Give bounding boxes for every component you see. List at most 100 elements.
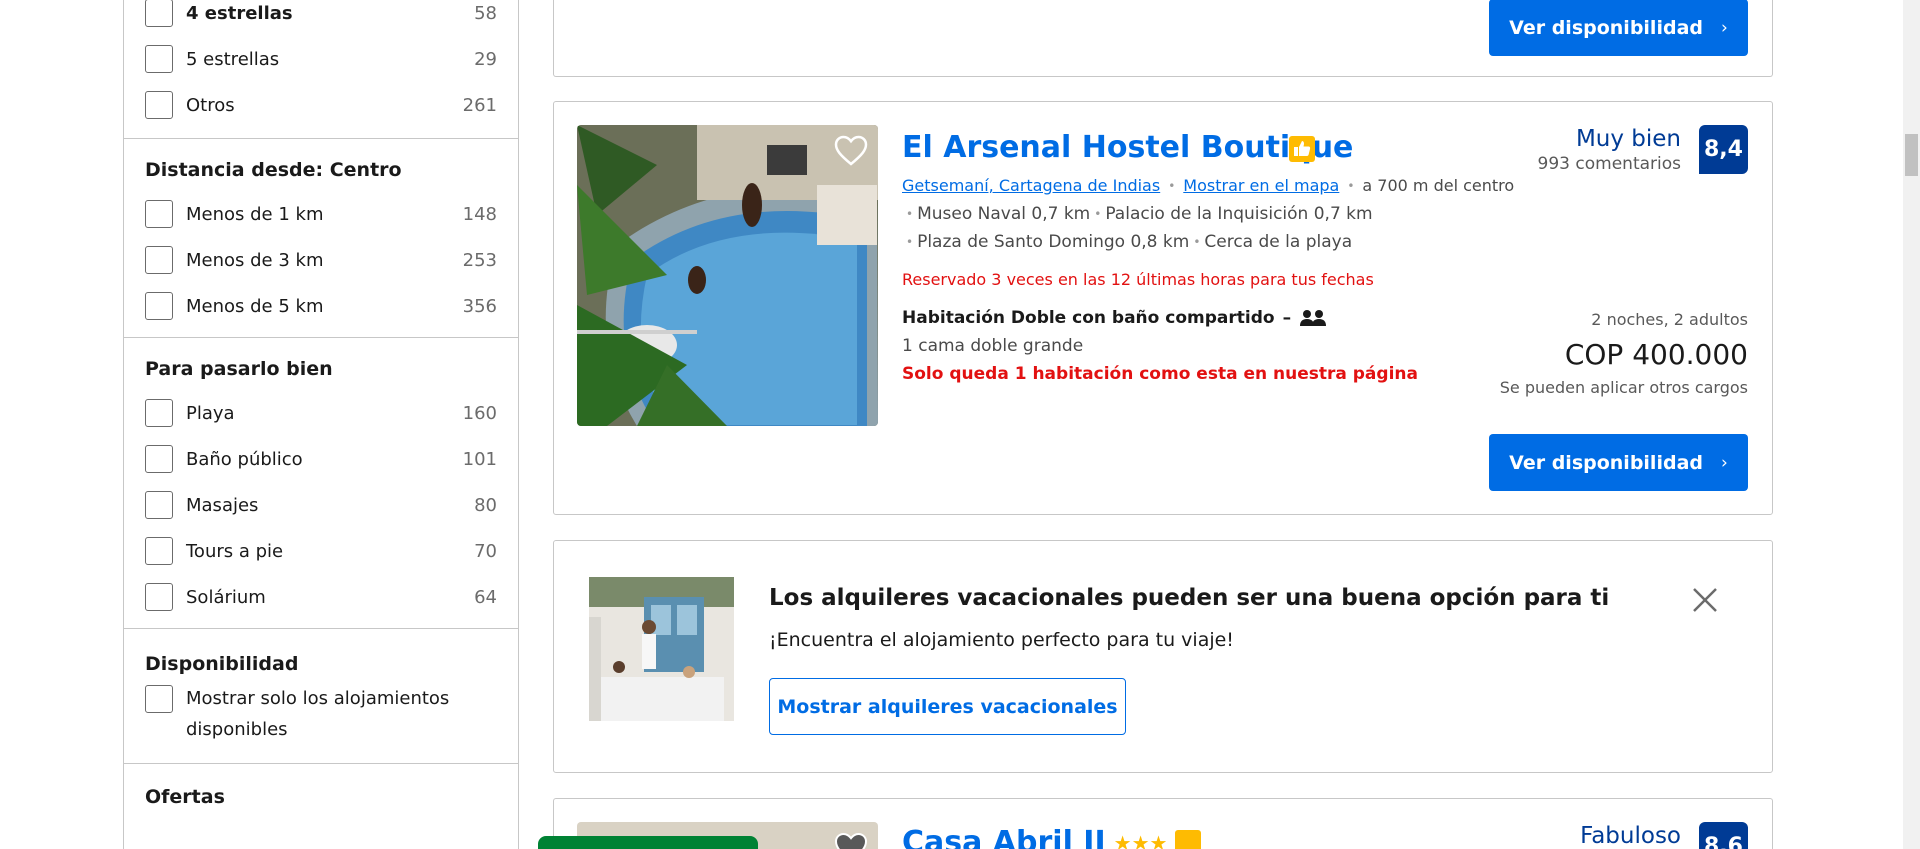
landmark: Plaza de Santo Domingo 0,8 km [917,232,1190,252]
chevron-right-icon: › [1721,452,1728,473]
filter-label: 5 estrellas [186,48,280,70]
review-score-word[interactable]: Fabuloso [1580,823,1681,849]
filter-label: Baño público [186,448,303,470]
house-porch-illustration [589,577,734,721]
heart-icon[interactable] [834,832,868,849]
distance-from-center: a 700 m del centro [1362,176,1515,195]
bullet: • [1193,235,1201,249]
property-name-link[interactable]: Casa Abril II ★★★ [902,825,1202,849]
landmark: Cerca de la playa [1204,232,1353,252]
filter-distance-3km[interactable]: Menos de 3 km 253 [145,237,497,283]
filter-label: Otros [186,94,235,116]
filter-group-title: Disponibilidad [145,653,299,675]
filter-distance-1km[interactable]: Menos de 1 km 148 [145,191,497,237]
close-icon[interactable] [1690,585,1720,615]
thumbs-up-icon [1294,141,1311,156]
checkbox[interactable] [145,45,173,73]
distance-filter-group: Distancia desde: Centro Menos de 1 km 14… [124,139,518,338]
filter-label: Masajes [186,494,259,516]
filter-otros[interactable]: Otros 261 [145,82,497,128]
preferred-partner-thumb-icon [1289,136,1315,162]
location-line: Getsemaní, Cartagena de Indias • Mostrar… [902,176,1514,195]
previous-property-card: Ver disponibilidad › [553,0,1773,77]
filter-count: 148 [462,203,497,225]
deal-badge [538,836,758,849]
checkbox[interactable] [145,491,173,519]
filter-tours-a-pie[interactable]: Tours a pie 70 [145,528,497,574]
property-name-link[interactable]: El Arsenal Hostel Boutique [902,130,1353,165]
recent-bookings-note: Reservado 3 veces en las 12 últimas hora… [902,270,1374,289]
filter-distance-5km[interactable]: Menos de 5 km 356 [145,283,497,329]
filter-masajes[interactable]: Masajes 80 [145,482,497,528]
button-label: Ver disponibilidad [1509,16,1703,39]
promo-title: Los alquileres vacacionales pueden ser u… [769,585,1610,611]
price-note: Se pueden aplicar otros cargos [1499,378,1748,397]
bed-info: 1 cama doble grande [902,336,1084,356]
checkbox[interactable] [145,583,173,611]
checkbox[interactable] [145,445,173,473]
filter-label: Solárium [186,586,266,608]
availability-filter-group: Disponibilidad Mostrar solo los alojamie… [124,629,518,764]
checkbox[interactable] [145,200,173,228]
review-score-badge[interactable]: 8,4 [1699,125,1748,174]
see-availability-button[interactable]: Ver disponibilidad › [1489,0,1748,56]
landmarks-row-2: • Plaza de Santo Domingo 0,8 km • Cerca … [902,232,1352,252]
filter-available-only[interactable]: Mostrar solo los alojamientos disponible… [145,685,497,745]
checkbox[interactable] [145,246,173,274]
filter-label: Mostrar solo los alojamientos disponible… [186,688,450,740]
filter-count: 356 [462,295,497,317]
room-type: Habitación Doble con baño compartido – [902,308,1327,328]
filter-count: 253 [462,249,497,271]
filter-label: 4 estrellas [186,2,293,24]
filter-count: 58 [474,2,497,24]
filter-group-title: Para pasarlo bien [145,358,333,380]
review-count[interactable]: 993 comentarios [1538,154,1681,174]
property-name: Casa Abril II [902,825,1106,849]
filter-bano-publico[interactable]: Baño público 101 [145,436,497,482]
property-photo[interactable] [577,125,878,426]
filter-count: 261 [462,94,497,116]
filter-label: Playa [186,402,235,424]
filter-playa[interactable]: Playa 160 [145,390,497,436]
landmarks-row-1: • Museo Naval 0,7 km • Palacio de la Inq… [902,204,1373,224]
checkbox[interactable] [145,537,173,565]
review-score-word[interactable]: Muy bien [1576,126,1681,152]
scarcity-message: Solo queda 1 habitación como esta en nue… [902,364,1418,384]
neighborhood-link[interactable]: Getsemaní, Cartagena de Indias [902,176,1160,195]
bullet: • [1094,207,1102,221]
vacation-rentals-promo: Los alquileres vacacionales pueden ser u… [553,540,1773,773]
checkbox[interactable] [145,91,173,119]
pool-photo-illustration [577,125,878,426]
chevron-right-icon: › [1721,17,1728,38]
filter-count: 70 [474,540,497,562]
separator-dot: • [1347,178,1355,193]
checkbox[interactable] [145,399,173,427]
bullet: • [906,207,914,221]
filter-count: 101 [462,448,497,470]
show-on-map-link[interactable]: Mostrar en el mapa [1183,176,1339,195]
heart-icon[interactable] [834,135,868,167]
filter-4-stars[interactable]: 4 estrellas 58 [145,0,497,36]
price: COP 400.000 [1564,338,1748,371]
two-guests-icon [1300,310,1327,326]
filter-label: Menos de 3 km [186,249,324,271]
scrollbar-thumb[interactable] [1905,134,1918,176]
filter-5-stars[interactable]: 5 estrellas 29 [145,36,497,82]
see-availability-button[interactable]: Ver disponibilidad › [1489,434,1748,491]
filter-group-title: Distancia desde: Centro [145,159,402,181]
filter-count: 160 [462,402,497,424]
filter-count: 64 [474,586,497,608]
review-score-badge[interactable]: 8,6 [1699,822,1748,849]
filter-group-title: Ofertas [145,786,225,808]
filters-sidebar: 4 estrellas 58 5 estrellas 29 Otros 261 … [123,0,519,849]
offers-filter-group: Ofertas [124,764,518,808]
filter-solarium[interactable]: Solárium 64 [145,574,497,620]
stay-details: 2 noches, 2 adultos [1591,310,1748,329]
checkbox[interactable] [145,292,173,320]
checkbox[interactable] [145,0,173,27]
promo-subtitle: ¡Encuentra el alojamiento perfecto para … [769,629,1234,651]
show-vacation-rentals-button[interactable]: Mostrar alquileres vacacionales [769,678,1126,735]
scrollbar[interactable] [1903,0,1920,849]
landmark: Museo Naval 0,7 km [917,204,1091,224]
checkbox[interactable] [145,685,173,713]
